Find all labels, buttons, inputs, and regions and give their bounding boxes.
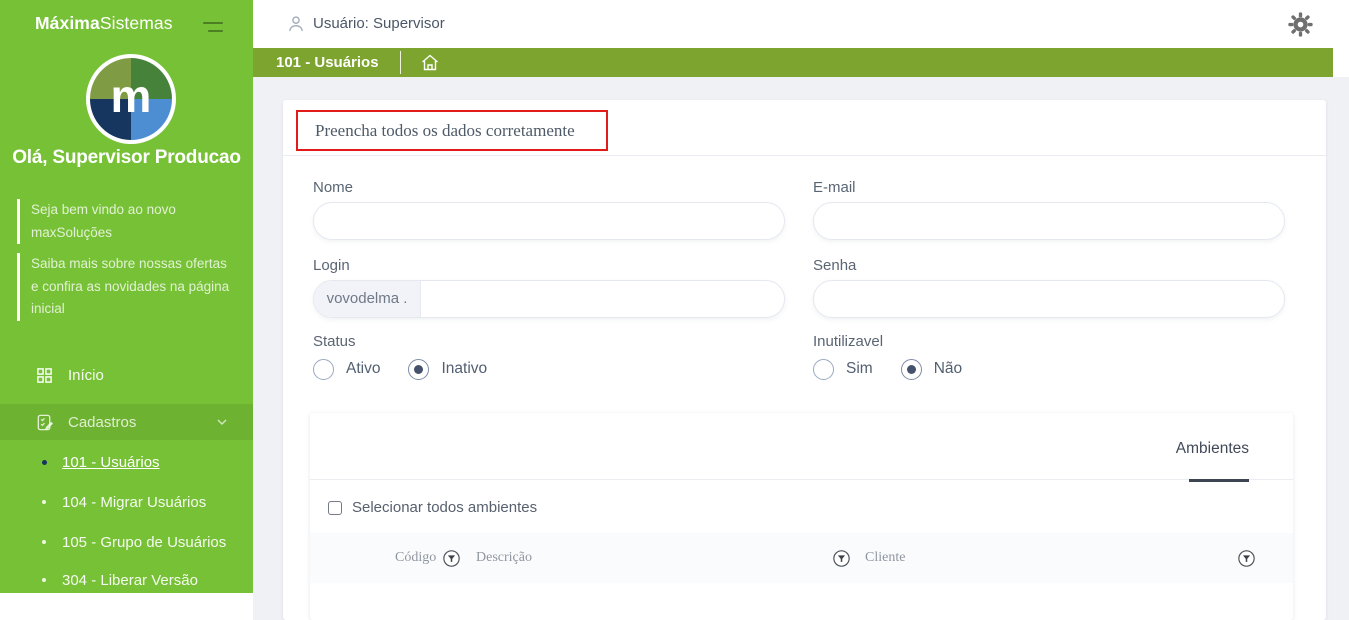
app-window: MáximaSistemas m Olá, Supervisor Produca… — [0, 0, 1349, 620]
login-prefix: vovodelma . — [314, 281, 421, 317]
radio-selected-icon — [408, 359, 429, 380]
column-header-descricao: Descrição — [476, 533, 532, 583]
senha-field[interactable] — [813, 280, 1285, 318]
nome-field[interactable] — [313, 202, 785, 240]
sidebar: MáximaSistemas m Olá, Supervisor Produca… — [0, 0, 253, 593]
tab-divider — [310, 479, 1293, 480]
nome-label: Nome — [313, 179, 353, 196]
current-user-label: Usuário: Supervisor — [313, 0, 445, 48]
bullet-icon — [42, 500, 46, 504]
inutilizavel-option-sim[interactable]: Sim — [813, 359, 873, 380]
company-logo: m — [86, 54, 176, 144]
status-label: Status — [313, 333, 356, 350]
select-all-checkbox[interactable] — [328, 501, 342, 515]
main-content-area: Preencha todos os dados corretamente Nom… — [253, 77, 1349, 620]
user-icon — [286, 14, 306, 34]
sidebar-item-label: Cadastros — [68, 414, 136, 431]
select-all-row: Selecionar todos ambientes — [328, 499, 537, 516]
login-field[interactable]: vovodelma . — [313, 280, 785, 318]
sidebar-item-cadastros[interactable]: Cadastros — [0, 404, 253, 440]
sidebar-greeting: Olá, Supervisor Producao — [0, 147, 253, 169]
grid-icon — [36, 367, 53, 384]
radio-icon — [313, 359, 334, 380]
column-header-cliente: Cliente — [865, 533, 905, 583]
breadcrumb-divider — [400, 51, 401, 74]
hamburger-menu-icon[interactable] — [203, 22, 223, 38]
email-label: E-mail — [813, 179, 856, 196]
radio-icon — [813, 359, 834, 380]
inutilizavel-option-nao[interactable]: Não — [901, 359, 962, 380]
select-all-label: Selecionar todos ambientes — [352, 499, 537, 516]
login-label: Login — [313, 257, 350, 274]
ambientes-table-header: Código Descrição Cliente — [310, 533, 1293, 583]
filter-icon[interactable] — [1238, 550, 1255, 567]
sidebar-item-inicio[interactable]: Início — [0, 360, 253, 390]
radio-selected-icon — [901, 359, 922, 380]
login-input[interactable] — [434, 281, 768, 317]
top-bar: Usuário: Supervisor — [253, 0, 1349, 48]
sidebar-item-105-grupo-de-usuarios[interactable]: 105 - Grupo de Usuários — [0, 529, 253, 555]
radio-label: Ativo — [346, 360, 380, 378]
active-tab-indicator — [1189, 479, 1249, 482]
card-divider — [283, 155, 1326, 156]
sidebar-notice-welcome: Seja bem vindo ao novo maxSoluções — [17, 199, 235, 244]
form-alert-message: Preencha todos os dados corretamente — [315, 121, 575, 141]
sidebar-item-label: 104 - Migrar Usuários — [62, 494, 206, 511]
status-option-inativo[interactable]: Inativo — [408, 359, 487, 380]
filter-icon[interactable] — [443, 550, 460, 567]
senha-input[interactable] — [828, 281, 1268, 317]
sidebar-item-label: 304 - Liberar Versão — [62, 572, 198, 589]
tab-ambientes[interactable]: Ambientes — [1176, 440, 1249, 458]
bullet-icon — [42, 540, 46, 544]
sidebar-item-label: Início — [68, 367, 104, 384]
email-input[interactable] — [828, 203, 1268, 239]
inutilizavel-radio-group: Sim Não — [813, 357, 990, 381]
senha-label: Senha — [813, 257, 856, 274]
home-icon[interactable] — [419, 52, 441, 73]
sidebar-item-label: 105 - Grupo de Usuários — [62, 534, 226, 551]
nome-input[interactable] — [328, 203, 768, 239]
radio-label: Sim — [846, 360, 873, 378]
brand-logo-text: MáximaSistemas — [35, 13, 173, 34]
breadcrumb-bar: 101 - Usuários — [253, 48, 1333, 77]
ambientes-card: Ambientes Selecionar todos ambientes Cód… — [310, 413, 1293, 620]
column-header-codigo: Código — [395, 533, 436, 583]
logo-letter: m — [111, 73, 152, 119]
brand-bold: Máxima — [35, 13, 100, 33]
inutilizavel-label: Inutilizavel — [813, 333, 883, 350]
chevron-down-icon — [217, 419, 227, 426]
status-option-ativo[interactable]: Ativo — [313, 359, 380, 380]
sidebar-item-104-migrar-usuarios[interactable]: 104 - Migrar Usuários — [0, 489, 253, 515]
radio-label: Inativo — [441, 360, 487, 378]
sidebar-item-101-usuarios[interactable]: 101 - Usuários — [0, 449, 253, 475]
status-radio-group: Ativo Inativo — [313, 357, 515, 381]
filter-icon[interactable] — [833, 550, 850, 567]
brand-regular: Sistemas — [100, 13, 173, 33]
radio-label: Não — [934, 360, 962, 378]
settings-gear-icon[interactable] — [1287, 11, 1314, 38]
bullet-icon — [42, 578, 46, 582]
user-form-card: Preencha todos os dados corretamente Nom… — [283, 100, 1326, 620]
sidebar-item-label: 101 - Usuários — [62, 454, 160, 471]
email-field[interactable] — [813, 202, 1285, 240]
bullet-icon — [42, 460, 47, 465]
sidebar-notice-news: Saiba mais sobre nossas ofertas e confir… — [17, 253, 235, 321]
breadcrumb-title: 101 - Usuários — [276, 48, 379, 77]
form-alert-highlight: Preencha todos os dados corretamente — [296, 110, 608, 151]
sidebar-item-304-liberar-versao[interactable]: 304 - Liberar Versão — [0, 567, 253, 593]
checklist-icon — [35, 413, 54, 432]
